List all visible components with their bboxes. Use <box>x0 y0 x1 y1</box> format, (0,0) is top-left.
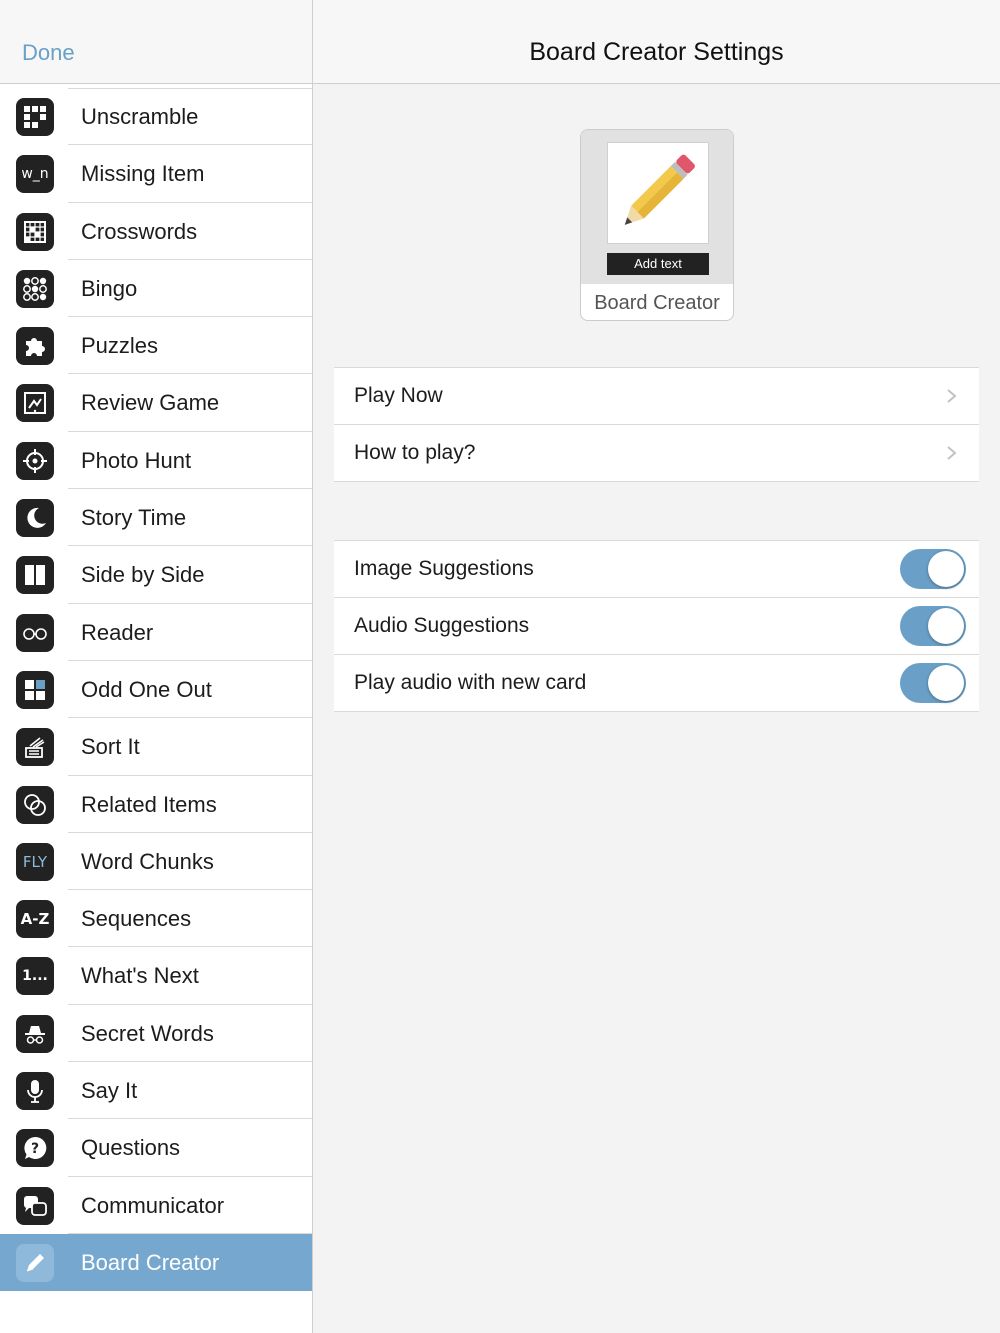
sidebar-item-label: Related Items <box>81 791 217 817</box>
bingo-dots-icon <box>16 269 54 308</box>
sidebar-item-related-items[interactable]: Related Items <box>0 776 312 834</box>
spy-icon <box>16 1014 54 1053</box>
sidebar-item-label: Communicator <box>81 1192 225 1218</box>
sidebar-item-photo-hunt[interactable]: Photo Hunt <box>0 432 312 490</box>
sidebar-item-label: Say It <box>81 1078 138 1104</box>
sidebar-item-label: Word Chunks <box>81 848 214 874</box>
toggle-knob <box>928 665 964 701</box>
glasses-icon <box>16 613 54 652</box>
image-suggestions-label: Image Suggestions <box>354 557 534 580</box>
sidebar-item-puzzles[interactable]: Puzzles <box>0 317 312 375</box>
sidebar-item-label: Reader <box>81 619 154 645</box>
sidebar-item-bingo[interactable]: Bingo <box>0 260 312 318</box>
card-title: Board Creator <box>594 292 720 314</box>
add-text-label[interactable]: Add text <box>607 253 709 275</box>
sort-stack-icon <box>16 728 54 767</box>
sidebar-item-board-creator[interactable]: Board Creator <box>0 1233 312 1292</box>
two-columns-icon <box>16 556 54 595</box>
pencil-icon <box>16 1243 54 1282</box>
play-now-label: Play Now <box>354 384 443 407</box>
play-now-row[interactable]: Play Now <box>334 368 979 424</box>
how-to-play-row[interactable]: How to play? <box>334 424 979 481</box>
play-audio-label: Play audio with new card <box>354 671 587 694</box>
crosshair-icon <box>16 441 54 480</box>
image-suggestions-row: Image Suggestions <box>334 541 979 597</box>
sidebar: Done Unscramble w_n Missing Item Crosswo… <box>0 0 313 1333</box>
missing-letter-icon: w_n <box>16 155 54 194</box>
done-button[interactable]: Done <box>22 40 75 66</box>
game-list: Unscramble w_n Missing Item Crosswords B… <box>0 88 312 1292</box>
word-chunks-icon: FLY <box>16 842 54 881</box>
sidebar-item-label: Missing Item <box>81 161 205 187</box>
sidebar-item-label: Unscramble <box>81 104 199 129</box>
sidebar-item-label: Questions <box>81 1135 181 1161</box>
play-audio-toggle[interactable] <box>900 663 966 703</box>
puzzle-piece-icon <box>16 327 54 366</box>
sidebar-item-label: Crosswords <box>81 218 198 244</box>
sidebar-item-word-chunks[interactable]: FLY Word Chunks <box>0 833 312 891</box>
how-to-play-label: How to play? <box>354 441 476 464</box>
sidebar-item-label: Sequences <box>81 906 192 932</box>
question-bubble-icon: ? <box>16 1129 54 1168</box>
sidebar-item-odd-one-out[interactable]: Odd One Out <box>0 661 312 719</box>
play-audio-row: Play audio with new card <box>334 654 979 711</box>
sidebar-item-reader[interactable]: Reader <box>0 604 312 662</box>
sidebar-item-label: What's Next <box>81 963 199 989</box>
sidebar-item-label: Board Creator <box>81 1249 220 1275</box>
four-squares-icon <box>16 670 54 709</box>
chevron-right-icon <box>947 389 957 403</box>
sidebar-item-sequences[interactable]: A-Z Sequences <box>0 890 312 948</box>
numbered-sequence-icon: 1... <box>16 957 54 996</box>
sidebar-item-label: Photo Hunt <box>81 447 192 473</box>
toggle-knob <box>928 608 964 644</box>
linked-circles-icon <box>16 785 54 824</box>
sidebar-item-story-time[interactable]: Story Time <box>0 489 312 547</box>
sidebar-item-label: Secret Words <box>81 1020 214 1046</box>
moon-icon <box>16 499 54 538</box>
sidebar-item-label: Puzzles <box>81 333 159 359</box>
microphone-icon <box>16 1072 54 1111</box>
sidebar-item-label: Bingo <box>81 275 138 301</box>
sidebar-item-communicator[interactable]: Communicator <box>0 1177 312 1235</box>
sidebar-header: Done <box>0 0 312 84</box>
audio-suggestions-row: Audio Suggestions <box>334 597 979 654</box>
pencil-illustration-icon <box>624 154 695 225</box>
sidebar-item-label: Side by Side <box>81 562 205 588</box>
chevron-right-icon <box>947 446 957 460</box>
sidebar-item-label: Story Time <box>81 505 187 531</box>
sidebar-item-unscramble[interactable]: Unscramble <box>0 88 312 146</box>
sidebar-item-say-it[interactable]: Say It <box>0 1062 312 1120</box>
crossword-grid-icon <box>16 212 54 251</box>
sidebar-item-questions[interactable]: ? Questions <box>0 1119 312 1177</box>
navigation-group: Play Now How to play? <box>334 367 979 482</box>
sidebar-item-review-game[interactable]: Review Game <box>0 374 312 433</box>
audio-suggestions-toggle[interactable] <box>900 606 966 646</box>
settings-panel: Board Creator Settings Add text Board Cr… <box>313 0 1000 1333</box>
sidebar-item-side-by-side[interactable]: Side by Side <box>0 546 312 604</box>
toggle-group: Image Suggestions Audio Suggestions Play… <box>334 540 979 712</box>
review-board-icon <box>16 384 54 423</box>
board-creator-card[interactable]: Add text Board Creator <box>580 129 734 321</box>
toggle-knob <box>928 551 964 587</box>
sidebar-item-label: Review Game <box>81 390 220 416</box>
sidebar-item-sort-it[interactable]: Sort It <box>0 718 312 776</box>
sidebar-item-whats-next[interactable]: 1... What's Next <box>0 947 312 1006</box>
a-to-z-icon: A-Z <box>16 900 54 939</box>
svg-text:?: ? <box>31 1141 39 1157</box>
audio-suggestions-label: Audio Suggestions <box>354 614 530 637</box>
sidebar-item-crosswords[interactable]: Crosswords <box>0 203 312 261</box>
card-image <box>607 142 709 244</box>
sidebar-item-label: Odd One Out <box>81 676 212 702</box>
image-suggestions-toggle[interactable] <box>900 549 966 589</box>
chat-bubbles-icon <box>16 1186 54 1225</box>
card-preview: Add text <box>581 130 733 284</box>
page-title: Board Creator Settings <box>529 38 784 66</box>
grid-scramble-icon <box>16 98 54 136</box>
sidebar-item-missing-item[interactable]: w_n Missing Item <box>0 145 312 203</box>
sidebar-item-secret-words[interactable]: Secret Words <box>0 1005 312 1063</box>
main-header: Board Creator Settings <box>313 0 1000 84</box>
sidebar-item-label: Sort It <box>81 734 140 760</box>
